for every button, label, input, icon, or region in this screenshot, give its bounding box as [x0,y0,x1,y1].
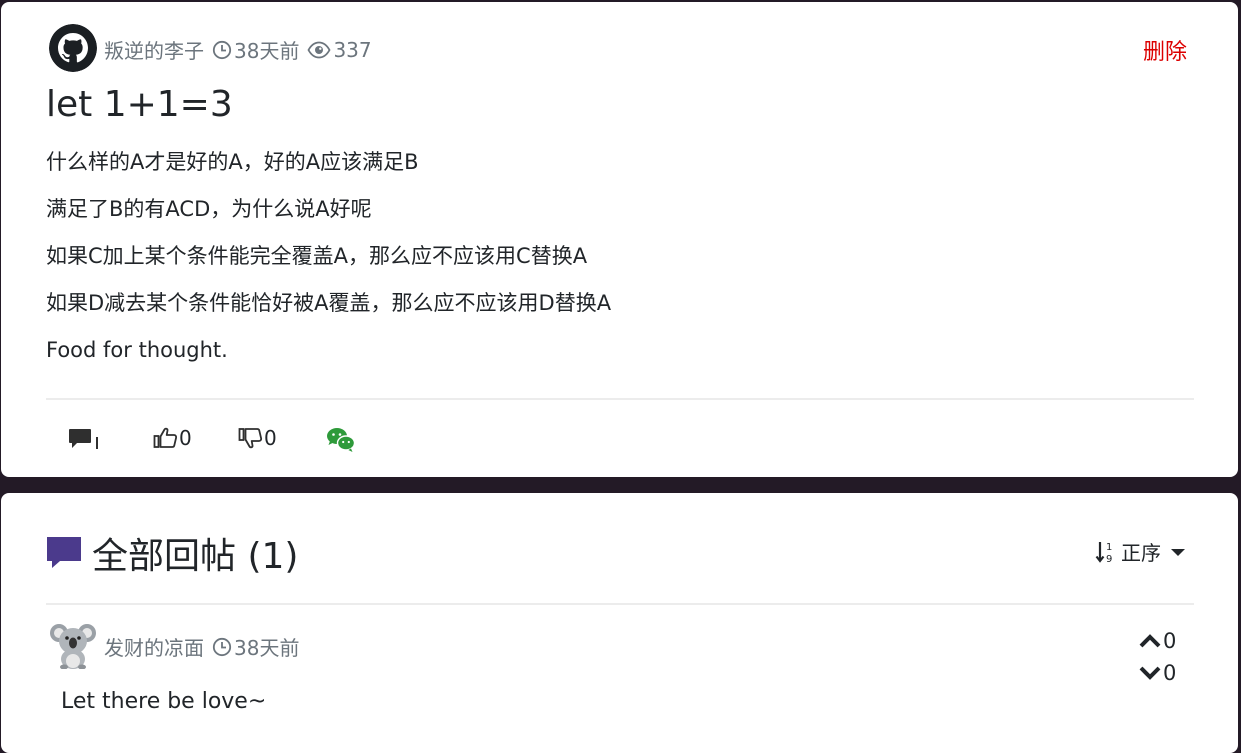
post-paragraph: 如果D减去某个条件能恰好被A覆盖，那么应不应该用D替换A [46,291,612,315]
post-divider [46,398,1194,400]
wechat-share-button[interactable] [326,426,356,454]
post-time: 38天前 [234,39,300,63]
downvote-count: 0 [1163,661,1177,685]
delete-button[interactable]: 删除 [1143,34,1187,66]
svg-text:9: 9 [1106,554,1112,564]
like-count: 0 [179,426,192,450]
post-title: let 1+1=3 [46,84,233,125]
eye-icon [307,41,331,58]
replies-divider [46,603,1194,605]
reply-time: 38天前 [234,636,300,660]
sort-icon: 1 9 [1095,541,1112,564]
chevron-down-icon [1139,666,1161,680]
post-meta: 叛逆的李子 38天前 337 [104,35,372,64]
wechat-icon [327,428,356,452]
comments-icon [47,537,81,568]
replies-header: 全部回帖 (1) [46,527,298,579]
thumbs-up-icon [153,427,178,448]
thumbs-down-icon [238,428,263,449]
like-button[interactable]: 0 [153,426,192,450]
clock-icon [212,40,232,59]
post-paragraph: 满足了B的有ACD，为什么说A好呢 [46,197,372,221]
comment-icon [69,429,91,448]
caret-down-icon [1171,548,1185,556]
replies-card: 全部回帖 (1) 1 9 正序 发财的凉面 38天前 Let there be … [1,493,1238,753]
post-paragraph: 如果C加上某个条件能完全覆盖A，那么应不应该用C替换A [46,244,588,268]
post-card: 叛逆的李子 38天前 337 删除 let 1+1=3 什么样的A才是好的A，好… [1,2,1238,477]
upvote-count: 0 [1163,629,1177,653]
sort-dropdown[interactable]: 1 9 正序 [1095,537,1185,566]
sort-label: 正序 [1121,541,1161,565]
comment-button[interactable] [67,426,98,452]
post-body: 什么样的A才是好的A，好的A应该满足B 满足了B的有ACD，为什么说A好呢 如果… [46,147,611,382]
chevron-up-icon [1139,634,1161,648]
reply-meta: 发财的凉面 38天前 [104,632,299,661]
upvote-button[interactable]: 0 [1139,629,1176,653]
comment-count-marker [96,437,98,449]
dislike-button[interactable]: 0 [238,426,277,450]
post-paragraph: 什么样的A才是好的A，好的A应该满足B [46,150,419,174]
downvote-button[interactable]: 0 [1139,661,1176,685]
post-views: 337 [333,37,372,62]
koala-avatar[interactable] [49,621,97,669]
clock-icon [212,637,232,656]
dislike-count: 0 [264,426,277,450]
github-avatar[interactable] [49,24,97,72]
post-paragraph: Food for thought. [46,338,228,362]
reply-text: Let there be love~ [61,689,267,714]
reply-author[interactable]: 发财的凉面 [104,632,204,661]
replies-title: 全部回帖 (1) [92,536,299,577]
svg-text:1: 1 [1106,542,1112,553]
post-actions: 0 0 [67,426,467,460]
post-author[interactable]: 叛逆的李子 [104,35,204,64]
